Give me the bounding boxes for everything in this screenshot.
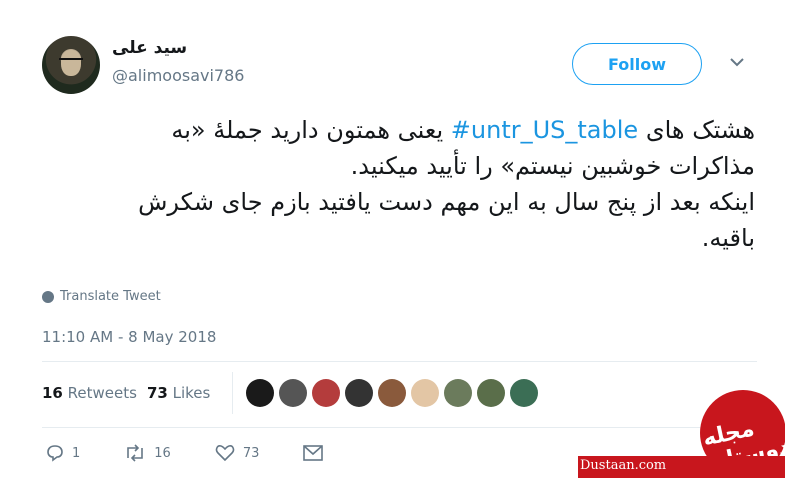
chevron-down-icon[interactable] — [727, 52, 747, 72]
translate-tweet-link[interactable]: Translate Tweet — [42, 289, 161, 304]
tweet-line-4: باقیه. — [701, 224, 755, 252]
hashtag-link[interactable]: #untr_US_table — [451, 116, 638, 144]
liker-avatar[interactable] — [411, 379, 439, 407]
retweet-count: 16 — [154, 445, 171, 461]
avatar-glasses — [59, 58, 83, 66]
retweets-count: 16 — [42, 384, 63, 402]
reply-button[interactable]: 1 — [46, 444, 80, 462]
tweet-text-segment: یعنی همتون دارید جملهٔ «به — [171, 116, 451, 144]
heart-icon — [215, 445, 235, 462]
watermark-url: Dustaan.com — [580, 458, 667, 473]
reply-icon — [47, 445, 63, 462]
liker-avatar[interactable] — [312, 379, 340, 407]
message-button[interactable] — [303, 445, 324, 461]
author-handle[interactable]: @alimoosavi786 — [112, 66, 244, 85]
like-button[interactable]: 73 — [215, 444, 260, 462]
likes-label: Likes — [172, 384, 211, 402]
liker-avatar[interactable] — [510, 379, 538, 407]
retweet-icon — [127, 444, 144, 462]
tweet-actions: 1 16 73 — [46, 444, 367, 462]
author-name[interactable]: سید علی — [112, 38, 187, 58]
tweet-line-2: مذاکرات خوشبین نیستم» را تأیید میکنید. — [350, 152, 755, 180]
like-count: 73 — [242, 445, 260, 461]
tweet-line-3: اینکه بعد از پنج سال به این مهم دست یافت… — [138, 188, 755, 216]
tweet-text: هشتک های #untr_US_table یعنی همتون دارید… — [40, 112, 755, 256]
tweet-timestamp[interactable]: 11:10 AM - 8 May 2018 — [42, 328, 216, 346]
retweets-stat[interactable]: 16 Retweets — [42, 384, 137, 402]
divider — [42, 427, 757, 428]
globe-icon — [42, 290, 54, 303]
liker-avatar[interactable] — [246, 379, 274, 407]
liker-avatar[interactable] — [477, 379, 505, 407]
liker-avatars — [246, 379, 538, 407]
tweet-line-1: هشتک های #untr_US_table یعنی همتون دارید… — [40, 112, 755, 148]
likes-count: 73 — [146, 384, 168, 402]
liker-avatar[interactable] — [444, 379, 472, 407]
tweet-stats: 16 Retweets 73 Likes — [42, 384, 210, 402]
translate-label: Translate Tweet — [60, 289, 161, 304]
liker-avatar[interactable] — [279, 379, 307, 407]
envelope-icon — [303, 445, 324, 461]
retweet-button[interactable]: 16 — [124, 444, 171, 462]
liker-avatar[interactable] — [345, 379, 373, 407]
divider — [42, 361, 757, 362]
follow-button[interactable]: Follow — [572, 43, 702, 85]
divider — [232, 372, 233, 414]
likes-stat[interactable]: 73 Likes — [147, 384, 210, 402]
reply-count: 1 — [72, 445, 81, 461]
tweet-text-segment: هشتک های — [638, 116, 755, 144]
retweets-label: Retweets — [67, 384, 137, 402]
author-avatar[interactable] — [42, 36, 100, 94]
liker-avatar[interactable] — [378, 379, 406, 407]
